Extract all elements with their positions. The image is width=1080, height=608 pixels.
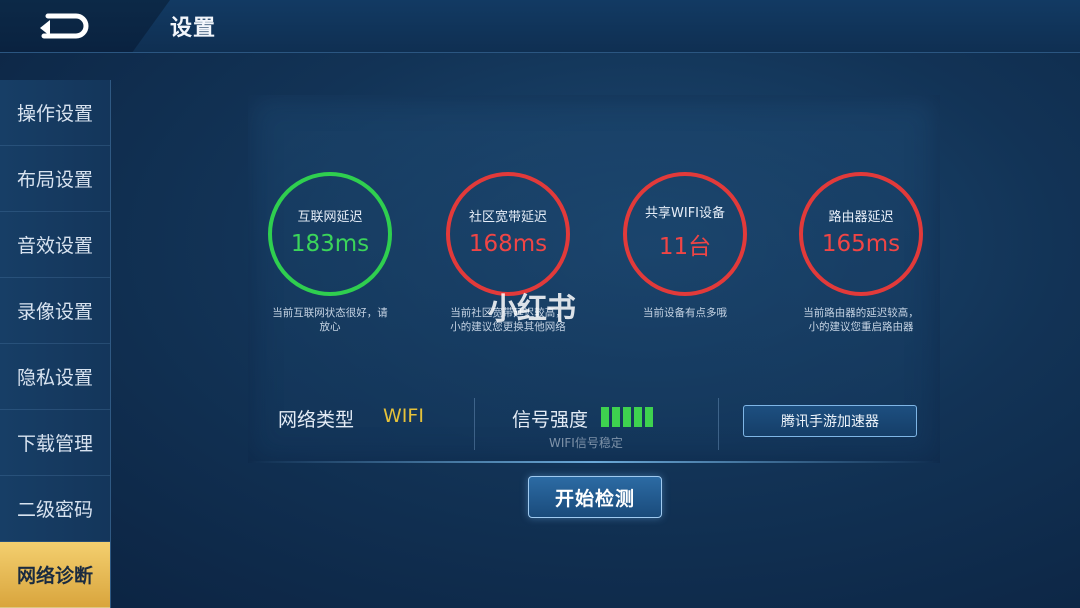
status-ring: 互联网延迟 183ms <box>268 172 392 296</box>
panel-divider-glow <box>248 461 940 463</box>
sidebar-item-download[interactable]: 下载管理 <box>0 410 110 476</box>
metric-value: 11台 <box>658 233 712 260</box>
signal-strength-label: 信号强度 <box>512 409 589 431</box>
signal-bar <box>645 407 653 427</box>
back-arrow-icon <box>40 13 89 39</box>
metric-value: 168ms <box>468 230 548 257</box>
metric-router-latency: 路由器延迟 165ms 当前路由器的延迟较高， 小的建议您重启路由器 <box>773 172 949 334</box>
sidebar-item-operation[interactable]: 操作设置 <box>0 80 110 146</box>
tencent-accelerator-button[interactable]: 腾讯手游加速器 <box>743 405 917 437</box>
status-ring: 共享WIFI设备 11台 <box>623 172 747 296</box>
metric-note-line: 小的建议您重启路由器 <box>808 321 914 333</box>
divider <box>474 398 475 450</box>
page-title: 设置 <box>170 16 217 41</box>
metric-note: 当前互联网状态很好，请 放心 <box>242 306 418 334</box>
metric-value: 165ms <box>821 230 901 257</box>
signal-bar <box>623 407 631 427</box>
signal-status-note: WIFI信号稳定 <box>549 436 623 450</box>
signal-strength-icon <box>601 407 653 427</box>
metric-label: 社区宽带延迟 <box>468 209 547 225</box>
metric-internet-latency: 互联网延迟 183ms 当前互联网状态很好，请 放心 <box>242 172 418 334</box>
metric-note-line: 当前路由器的延迟较高， <box>803 307 919 319</box>
metric-label: 共享WIFI设备 <box>645 205 725 221</box>
sidebar-item-layout[interactable]: 布局设置 <box>0 146 110 212</box>
watermark-logo: 小红书 <box>488 292 576 327</box>
network-type-label: 网络类型 <box>278 409 355 431</box>
sidebar-item-privacy[interactable]: 隐私设置 <box>0 344 110 410</box>
status-ring: 路由器延迟 165ms <box>799 172 923 296</box>
metric-value: 183ms <box>290 230 370 257</box>
signal-bar <box>612 407 620 427</box>
sidebar: 操作设置 布局设置 音效设置 录像设置 隐私设置 下载管理 二级密码 网络诊断 <box>0 80 111 608</box>
sidebar-item-second-password[interactable]: 二级密码 <box>0 476 110 542</box>
sidebar-item-recording[interactable]: 录像设置 <box>0 278 110 344</box>
sidebar-item-network-diagnosis[interactable]: 网络诊断 <box>0 542 110 608</box>
signal-bar <box>634 407 642 427</box>
metric-note-line: 当前设备有点多哦 <box>643 307 727 319</box>
start-detection-button[interactable]: 开始检测 <box>528 476 662 518</box>
metric-shared-wifi-devices: 共享WIFI设备 11台 当前设备有点多哦 <box>597 172 773 320</box>
top-header: 设置 <box>0 0 1080 53</box>
metric-note: 当前路由器的延迟较高， 小的建议您重启路由器 <box>773 306 949 334</box>
network-type-value: WIFI <box>383 405 424 427</box>
back-button[interactable] <box>36 10 92 42</box>
metric-label: 路由器延迟 <box>828 209 894 225</box>
metric-note: 当前设备有点多哦 <box>597 306 773 320</box>
sidebar-item-sound[interactable]: 音效设置 <box>0 212 110 278</box>
metric-note-line: 当前互联网状态很好，请 <box>272 307 388 319</box>
status-ring: 社区宽带延迟 168ms <box>446 172 570 296</box>
metric-label: 互联网延迟 <box>297 209 363 225</box>
back-button-area <box>0 0 170 52</box>
divider <box>718 398 719 450</box>
signal-bar <box>601 407 609 427</box>
metric-note-line: 放心 <box>319 321 341 333</box>
